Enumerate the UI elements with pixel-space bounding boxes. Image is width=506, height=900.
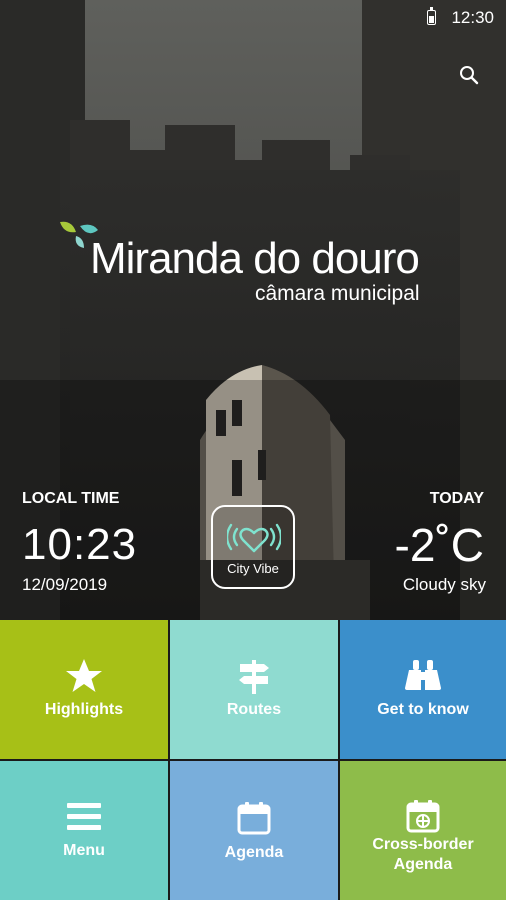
tile-menu[interactable]: Menu (0, 761, 168, 900)
menu-icon (67, 803, 101, 830)
tile-routes[interactable]: Routes (170, 620, 338, 759)
calendar-icon (237, 802, 271, 835)
city-vibe-label: City Vibe (227, 561, 279, 576)
tile-agenda[interactable]: Agenda (170, 761, 338, 900)
local-time: 10:23 (22, 520, 138, 569)
status-time: 12:30 (451, 8, 494, 27)
star-icon (66, 659, 102, 692)
search-button[interactable] (458, 64, 480, 86)
tile-get-to-know[interactable]: Get to know (340, 620, 506, 759)
local-time-label: LOCAL TIME (22, 490, 120, 507)
binoculars-icon (405, 660, 441, 690)
search-icon (460, 66, 479, 85)
heart-signal-icon (227, 523, 281, 553)
tile-cross-border-agenda[interactable]: Cross-border Agenda (340, 761, 506, 900)
hero-background: 12:30 Miranda do douro câmara municipal … (0, 0, 506, 620)
battery-icon (427, 7, 436, 25)
tile-menu-label: Menu (63, 842, 105, 859)
municipality-logo: Miranda do douro câmara municipal (58, 218, 458, 318)
weather-description: Cloudy sky (402, 575, 486, 594)
logo-subtitle: câmara municipal (255, 282, 420, 305)
signpost-icon (239, 660, 269, 694)
tile-agenda-label: Agenda (224, 844, 284, 861)
tile-get-to-know-label: Get to know (377, 701, 469, 718)
menu-grid: Highlights Routes Get to know Menu Agend… (0, 620, 506, 900)
today-label: TODAY (429, 490, 484, 507)
tile-routes-label: Routes (226, 701, 282, 718)
temperature: -2˚C (394, 519, 484, 571)
tile-highlights-label: Highlights (44, 701, 124, 718)
local-date: 12/09/2019 (22, 575, 108, 594)
city-vibe-button[interactable]: City Vibe (211, 505, 295, 589)
status-bar: 12:30 (0, 0, 506, 36)
logo-title: Miranda do douro (90, 234, 420, 283)
tile-cross-border-agenda-label: Cross-border Agenda (372, 836, 474, 873)
calendar-cross-icon (406, 800, 440, 833)
tile-highlights[interactable]: Highlights (0, 620, 168, 759)
